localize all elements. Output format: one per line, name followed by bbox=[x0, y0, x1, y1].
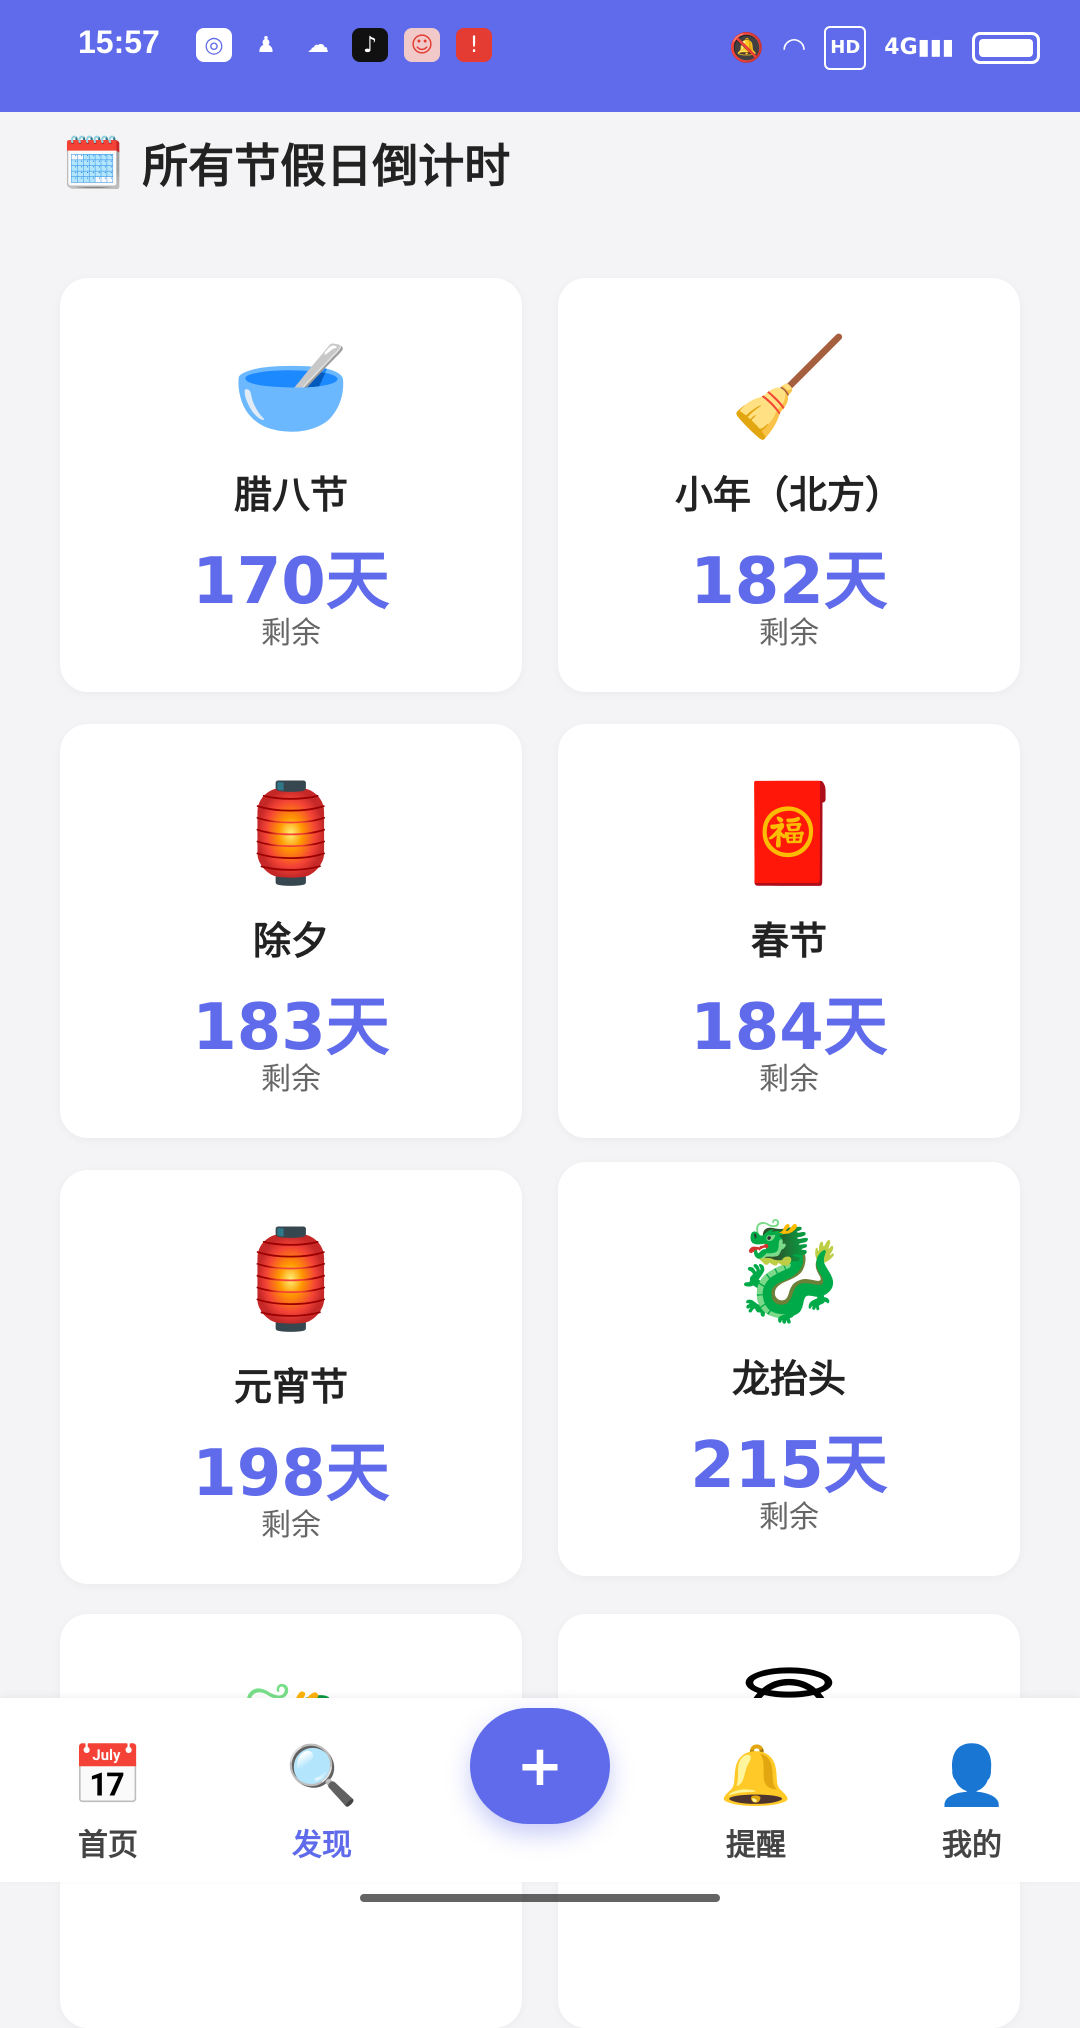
qq-app-icon: ♟ bbox=[256, 32, 276, 58]
notification-icons: ◎ ♟ ☁ ♪ ☺ ! bbox=[196, 28, 492, 62]
wifi-icon: ◠ bbox=[781, 31, 807, 64]
bell-icon: 🔔 bbox=[719, 1741, 793, 1809]
calendar-icon: 🗓️ bbox=[62, 133, 125, 192]
dragon-icon: 🐉 bbox=[729, 1215, 849, 1327]
user-icon: 👤 bbox=[935, 1741, 1009, 1809]
holiday-card[interactable]: 🏮 除夕 183天 剩余 bbox=[60, 724, 522, 1138]
page-title: 所有节假日倒计时 bbox=[142, 139, 511, 193]
holiday-card[interactable]: 🥣 腊八节 170天 剩余 bbox=[60, 278, 522, 692]
holiday-name: 元宵节 bbox=[233, 1365, 348, 1409]
holiday-remain-label: 剩余 bbox=[261, 1062, 321, 1097]
holiday-remain-label: 剩余 bbox=[261, 1508, 321, 1543]
home-indicator[interactable] bbox=[360, 1894, 720, 1902]
nav-home-label: 首页 bbox=[78, 1828, 138, 1863]
holiday-remain-label: 剩余 bbox=[261, 616, 321, 651]
holiday-remain-label: 剩余 bbox=[759, 616, 819, 651]
page-header: 🗓️ 所有节假日倒计时 bbox=[62, 130, 510, 196]
calendar-icon: 📅 bbox=[71, 1741, 145, 1809]
tiktok-app-icon: ♪ bbox=[352, 28, 388, 62]
holiday-card[interactable]: 🏮 元宵节 198天 剩余 bbox=[60, 1170, 522, 1584]
holiday-name: 春节 bbox=[750, 919, 827, 963]
status-bar: 15:57 ◎ ♟ ☁ ♪ ☺ ! 🔕 ◠ HD 4G▮▮▮ bbox=[0, 0, 1080, 112]
holiday-name: 腊八节 bbox=[233, 473, 348, 517]
browser-app-icon: ◎ bbox=[196, 28, 232, 62]
nav-discover-label: 发现 bbox=[292, 1828, 352, 1863]
wechat-app-icon: ☁ bbox=[307, 32, 329, 58]
nav-mine-label: 我的 bbox=[942, 1828, 1002, 1863]
news-app-icon: ! bbox=[456, 28, 492, 62]
holiday-remain-label: 剩余 bbox=[759, 1500, 819, 1535]
status-time: 15:57 bbox=[78, 24, 160, 60]
holiday-card[interactable]: 🐉 龙抬头 215天 剩余 bbox=[558, 1162, 1020, 1576]
bowl-icon: 🥣 bbox=[231, 331, 351, 443]
lantern-icon: 🏮 bbox=[231, 777, 351, 889]
game-app-icon: ☺ bbox=[404, 28, 440, 62]
lantern-icon: 🏮 bbox=[231, 1223, 351, 1335]
nav-discover[interactable]: 🔍 发现 bbox=[252, 1740, 392, 1864]
signal-icon: 4G▮▮▮ bbox=[884, 35, 954, 60]
mute-icon: 🔕 bbox=[728, 31, 764, 64]
holiday-remain-label: 剩余 bbox=[759, 1062, 819, 1097]
system-icons: 🔕 ◠ HD 4G▮▮▮ bbox=[729, 26, 1040, 70]
nav-home[interactable]: 📅 首页 bbox=[38, 1740, 178, 1864]
holiday-card[interactable]: 🧹 小年（北方） 182天 剩余 bbox=[558, 278, 1020, 692]
magnifier-icon: 🔍 bbox=[285, 1741, 359, 1809]
nav-mine[interactable]: 👤 我的 bbox=[902, 1740, 1042, 1864]
add-button[interactable]: + bbox=[470, 1708, 610, 1824]
battery-icon bbox=[972, 32, 1040, 64]
broom-icon: 🧹 bbox=[729, 331, 849, 443]
holiday-name: 除夕 bbox=[252, 919, 329, 963]
hd-icon: HD bbox=[824, 26, 867, 70]
holiday-card[interactable]: 🧧 春节 184天 剩余 bbox=[558, 724, 1020, 1138]
holiday-name: 龙抬头 bbox=[731, 1357, 846, 1401]
holiday-name: 小年（北方） bbox=[674, 473, 903, 517]
nav-remind[interactable]: 🔔 提醒 bbox=[686, 1740, 826, 1864]
red-envelope-icon: 🧧 bbox=[729, 777, 849, 889]
nav-remind-label: 提醒 bbox=[726, 1828, 786, 1863]
